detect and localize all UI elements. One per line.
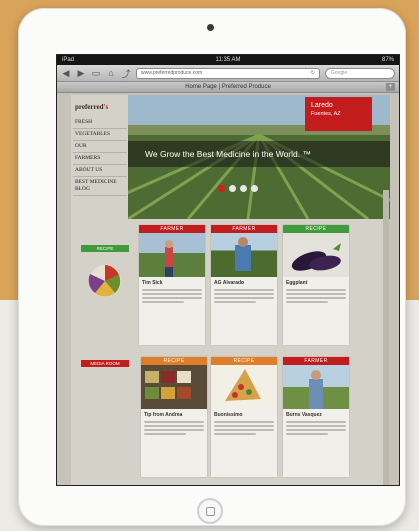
- card-title: Burns Vasquez: [286, 412, 322, 418]
- card-label: Recipe: [141, 357, 207, 365]
- slide-dot[interactable]: [218, 185, 225, 192]
- recipe-widget-heading[interactable]: Recipe: [81, 245, 129, 252]
- browser-toolbar: ◀ ▶ ▭ ⌂ ⤴ www.preferredproduce.com ↻ Goo…: [57, 65, 399, 82]
- nav-item-about[interactable]: About Us: [73, 165, 127, 177]
- slide-indicator: [218, 185, 258, 192]
- card-label: Recipe: [211, 357, 277, 365]
- slide-dot[interactable]: [229, 185, 236, 192]
- recipe-photo: [88, 265, 121, 297]
- farmer-photo: [283, 365, 349, 409]
- page-edge: [383, 190, 389, 485]
- battery-label: 87%: [381, 57, 394, 63]
- book-icon[interactable]: ▭: [91, 68, 101, 79]
- tab-title[interactable]: Home Page | Preferred Produce: [185, 84, 271, 90]
- nav-item-our[interactable]: Our: [73, 141, 127, 153]
- card-buonissimo[interactable]: Recipe Buonissimo: [211, 357, 277, 477]
- tablet-device: iPad 11:35 AM 87% ◀ ▶ ▭ ⌂ ⤴ www.preferre…: [18, 8, 406, 526]
- back-icon[interactable]: ◀: [61, 68, 71, 79]
- nav-item-fresh[interactable]: Fresh: [73, 117, 127, 129]
- eggplant-photo: [283, 233, 349, 277]
- hero-tagline: We Grow the Best Medicine in the World. …: [128, 141, 390, 167]
- card-title: Tim Sick: [142, 280, 163, 286]
- card-label: Farmer: [283, 357, 349, 365]
- search-input[interactable]: Google: [325, 67, 395, 79]
- carrier-label: iPad: [62, 57, 75, 63]
- share-icon[interactable]: ⤴: [121, 67, 131, 80]
- screen: iPad 11:35 AM 87% ◀ ▶ ▭ ⌂ ⤴ www.preferre…: [56, 54, 400, 486]
- hero-banner[interactable]: Laredo Fuentes, AZ We Grow the Best Medi…: [128, 95, 390, 219]
- bookmarks-icon[interactable]: ⌂: [106, 68, 116, 78]
- url-text: www.preferredproduce.com: [141, 70, 203, 76]
- media-widget: Media Room: [81, 360, 129, 367]
- media-widget-heading[interactable]: Media Room: [81, 360, 129, 367]
- home-button[interactable]: [197, 498, 223, 524]
- tab-bar: Home Page | Preferred Produce +: [57, 82, 399, 93]
- status-bar: iPad 11:35 AM 87%: [57, 55, 399, 65]
- card-title: AG Alvarado: [214, 280, 245, 286]
- nav-item-vegetables[interactable]: Vegetables: [73, 129, 127, 141]
- farmer-photo: [211, 233, 277, 277]
- card-title: Buonissimo: [214, 412, 243, 418]
- address-bar[interactable]: www.preferredproduce.com ↻: [136, 67, 320, 79]
- hero-location-badge[interactable]: Laredo Fuentes, AZ: [305, 97, 372, 131]
- nav-item-blog[interactable]: Best Medicine Blog: [73, 177, 127, 196]
- badge-title: Laredo: [311, 102, 333, 109]
- slide-dot[interactable]: [240, 185, 247, 192]
- site-nav: preferred's Fresh Vegetables Our Farmers…: [73, 103, 127, 196]
- site-logo[interactable]: preferred's: [73, 103, 127, 111]
- nav-item-farmers[interactable]: Farmers: [73, 153, 127, 165]
- web-page: preferred's Fresh Vegetables Our Farmers…: [71, 95, 390, 485]
- clock: 11:35 AM: [215, 57, 241, 63]
- card-label: Farmer: [211, 225, 277, 233]
- badge-subtitle: Fuentes, AZ: [311, 111, 341, 117]
- card-tip-andrea[interactable]: Recipe Tip from Andrea: [141, 357, 207, 477]
- card-label: Farmer: [139, 225, 205, 233]
- produce-photo: [141, 365, 207, 409]
- camera-icon: [207, 24, 214, 31]
- card-tim-sick[interactable]: Farmer Tim Sick: [139, 225, 205, 345]
- new-tab-icon[interactable]: +: [386, 83, 395, 91]
- farmer-photo: [139, 233, 205, 277]
- dish-photo: [211, 365, 277, 409]
- card-ag-alvarado[interactable]: Farmer AG Alvarado: [211, 225, 277, 345]
- forward-icon[interactable]: ▶: [76, 68, 86, 79]
- recipe-widget: Recipe: [81, 245, 129, 304]
- card-eggplant[interactable]: Recipe Eggplant: [283, 225, 349, 345]
- card-burns-vasquez[interactable]: Farmer Burns Vasquez: [283, 357, 349, 477]
- card-title: Eggplant: [286, 280, 308, 286]
- slide-dot[interactable]: [251, 185, 258, 192]
- card-title: Tip from Andrea: [144, 412, 183, 418]
- reload-icon[interactable]: ↻: [311, 70, 315, 76]
- card-label: Recipe: [283, 225, 349, 233]
